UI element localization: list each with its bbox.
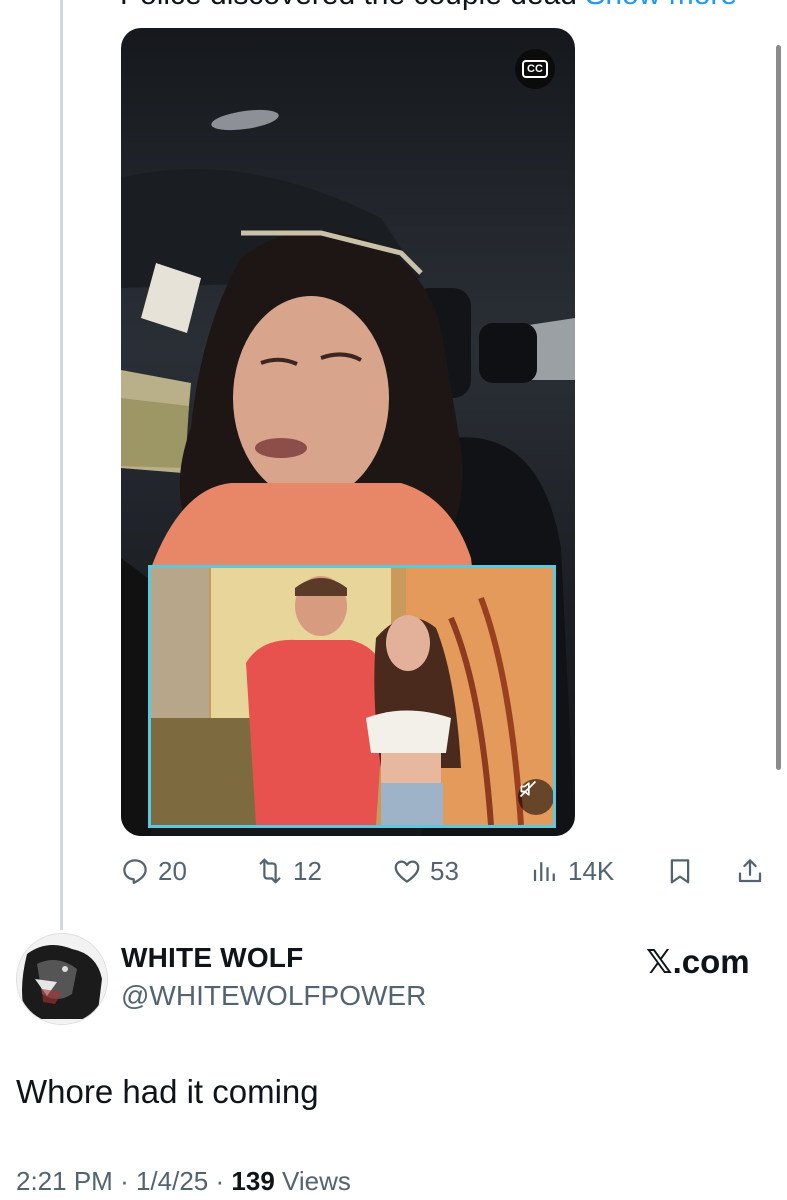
tweet-text-fragment: Police discovered the couple dead: [120, 0, 577, 11]
like-count: 53: [430, 855, 459, 886]
repost-icon: [259, 858, 281, 884]
show-more-link[interactable]: Show more: [585, 0, 737, 11]
video-player[interactable]: CC: [121, 28, 575, 836]
tweet-time[interactable]: 2:21 PM: [16, 1166, 113, 1196]
couple-photo-illustration: [151, 568, 553, 825]
x-com-watermark: 𝕏.com: [646, 943, 750, 980]
speaker-muted-icon: [519, 780, 537, 798]
repost-action[interactable]: 12: [255, 848, 322, 894]
picture-in-picture-photo: [148, 565, 556, 828]
like-action[interactable]: 53: [392, 848, 459, 894]
views-count: 14K: [568, 855, 615, 886]
analytics-icon: [533, 862, 555, 881]
reply-icon: [123, 859, 147, 884]
views-action[interactable]: 14K: [530, 848, 614, 894]
share-action[interactable]: [735, 848, 765, 894]
separator-dot: ·: [120, 1166, 129, 1196]
mute-button[interactable]: [518, 779, 553, 815]
thread-connector-line: [60, 0, 63, 930]
scrollbar[interactable]: [776, 45, 781, 770]
share-icon: [738, 859, 762, 883]
cc-label: CC: [522, 60, 548, 78]
reply-tweet-text: Whore had it coming: [16, 1073, 319, 1110]
repost-count: 12: [293, 855, 322, 886]
captions-button[interactable]: CC: [515, 49, 555, 89]
display-name[interactable]: WHITE WOLF: [121, 942, 303, 974]
heart-icon: [394, 860, 420, 883]
reply-count: 20: [158, 855, 187, 886]
bookmark-action[interactable]: [665, 848, 695, 894]
bookmark-icon: [670, 859, 690, 884]
reply-action[interactable]: 20: [120, 848, 187, 894]
truncated-tweet-text: Police discovered the couple dead Show m…: [120, 0, 737, 12]
wolf-avatar-image: [17, 934, 107, 1024]
avatar[interactable]: [16, 933, 108, 1025]
separator-dot: ·: [215, 1166, 225, 1196]
user-handle[interactable]: @WHITEWOLFPOWER: [121, 980, 426, 1012]
views-number: 139: [231, 1166, 275, 1196]
tweet-action-bar: 20 12 53 14K: [120, 848, 780, 894]
tweet-date[interactable]: 1/4/25: [136, 1166, 208, 1196]
views-label: Views: [282, 1166, 351, 1196]
tweet-metadata: 2:21 PM · 1/4/25 · 139 Views: [16, 1166, 351, 1197]
